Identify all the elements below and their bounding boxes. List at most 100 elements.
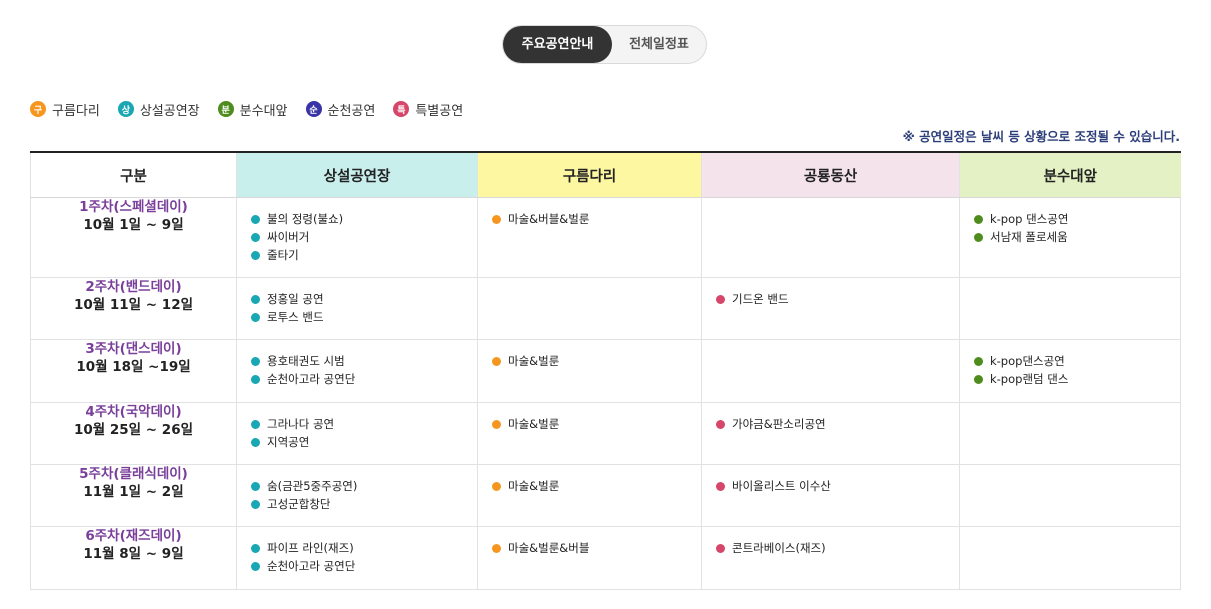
event-item: 콘트라베이스(재즈) — [716, 539, 959, 557]
event-list — [478, 278, 701, 290]
event-item: 싸이버거 — [251, 228, 477, 246]
header-category: 구분 — [30, 152, 237, 198]
header-fountain: 분수대앞 — [959, 152, 1181, 198]
event-list — [702, 198, 959, 210]
tab-main-performances[interactable]: 주요공연안내 — [503, 26, 612, 63]
event-cell: k-pop 댄스공연서남재 폴로세움 — [959, 197, 1181, 278]
bullet-dot-icon — [251, 312, 260, 322]
bullet-dot-icon — [251, 481, 260, 491]
week-name: 4주차(국악데이) — [85, 404, 182, 420]
event-cell: 정홍일 공연 로투스 밴드 — [236, 277, 478, 340]
event-title: 고성군합창단 — [267, 497, 331, 511]
week-name: 5주차(클래식데이) — [79, 466, 188, 482]
event-list — [960, 527, 1180, 539]
legend-item-permanent-stage: 상 상설공연장 — [117, 100, 200, 119]
event-title: 정홍일 공연 — [267, 292, 324, 306]
event-list: 마술&벌룬 — [478, 403, 701, 433]
event-list — [960, 465, 1180, 477]
header-cloud-bridge: 구름다리 — [477, 152, 702, 198]
event-title: 마술&벌룬&버블 — [508, 541, 590, 555]
legend-label: 구름다리 — [52, 103, 100, 119]
event-item: k-pop 댄스공연 — [974, 210, 1180, 228]
event-item: k-pop댄스공연 — [974, 352, 1180, 370]
event-item: 지역공연 — [251, 433, 477, 451]
tab-full-schedule[interactable]: 전체일정표 — [612, 26, 706, 63]
week-date: 10월 18일 ~19일 — [76, 359, 191, 375]
event-title: 마술&벌룬 — [508, 417, 560, 431]
event-title: 마술&버블&벌룬 — [508, 212, 590, 226]
event-title: 마술&벌룬 — [508, 479, 560, 493]
bullet-dot-icon — [251, 232, 260, 242]
event-item: 마술&벌룬&버블 — [492, 539, 701, 557]
event-title: 불의 정령(불쇼) — [267, 212, 344, 226]
table-row: 6주차(재즈데이) 11월 8일 ~ 9일 파이프 라인(재즈) 순천아고라 공연단 마… — [30, 526, 1181, 590]
event-item: 기드온 밴드 — [716, 290, 959, 308]
week-name: 2주차(밴드데이) — [85, 279, 182, 295]
bullet-dot-icon — [492, 481, 501, 491]
event-list: 불의 정령(불쇼) 싸이버거줄타기 — [237, 198, 477, 264]
legend-label: 특별공연 — [415, 103, 464, 119]
event-item: 용호태권도 시범 — [251, 352, 477, 370]
bullet-dot-icon — [251, 356, 260, 366]
event-item: 순천아고라 공연단 — [251, 557, 477, 575]
event-title: 순천아고라 공연단 — [267, 372, 356, 386]
bullet-dot-icon — [251, 250, 260, 260]
event-title: 바이올리스트 이수산 — [732, 479, 831, 493]
week-cell: 6주차(재즈데이) 11월 8일 ~ 9일 — [30, 526, 237, 590]
event-cell — [959, 402, 1181, 465]
legend-item-suncheon: 순 순천공연 — [305, 100, 375, 119]
event-title: 줄타기 — [267, 248, 299, 262]
bullet-dot-icon — [492, 543, 501, 553]
event-title: 용호태권도 시범 — [267, 354, 345, 368]
event-item: 순천아고라 공연단 — [251, 370, 477, 388]
event-item: 가야금&판소리공연 — [716, 415, 959, 433]
bullet-dot-icon — [974, 374, 983, 384]
bullet-dot-icon — [974, 356, 983, 366]
legend-item-special: 특 특별공연 — [393, 100, 463, 119]
event-title: 서남재 폴로세움 — [990, 230, 1068, 244]
bullet-dot-icon — [251, 499, 260, 509]
event-item: 바이올리스트 이수산 — [716, 477, 959, 495]
legend-item-cloud-bridge: 구 구름다리 — [30, 100, 100, 119]
event-cell: 마술&벌룬 — [477, 339, 702, 403]
venue-legend: 구 구름다리 상 상설공연장 분 분수대앞 순 순천공연 특 특별공연 — [30, 99, 481, 119]
event-list: 마술&버블&벌룬 — [478, 198, 701, 228]
week-name: 6주차(재즈데이) — [85, 528, 182, 544]
week-date: 11월 1일 ~ 2일 — [83, 484, 184, 500]
event-cell: 마술&벌룬 — [477, 402, 702, 465]
legend-badge-icon: 순 — [305, 101, 322, 117]
event-list — [702, 340, 959, 352]
event-item: 정홍일 공연 — [251, 290, 477, 308]
event-title: 콘트라베이스(재즈) — [732, 541, 826, 555]
bullet-dot-icon — [974, 232, 983, 242]
bullet-dot-icon — [251, 419, 260, 429]
event-cell: 용호태권도 시범순천아고라 공연단 — [236, 339, 478, 403]
bullet-dot-icon — [251, 214, 260, 224]
event-title: k-pop댄스공연 — [990, 354, 1065, 368]
event-cell — [477, 277, 702, 340]
event-list: 숨(금관5중주공연) 고성군합창단 — [237, 465, 477, 513]
week-cell: 2주차(밴드데이) 10월 11일 ~ 12일 — [30, 277, 237, 340]
event-item: 마술&벌룬 — [492, 477, 701, 495]
bullet-dot-icon — [716, 294, 725, 304]
bullet-dot-icon — [492, 419, 501, 429]
legend-label: 분수대앞 — [239, 103, 288, 119]
view-tabs: 주요공연안내 전체일정표 — [502, 25, 707, 64]
event-cell — [701, 197, 960, 278]
bullet-dot-icon — [716, 419, 725, 429]
table-row: 5주차(클래식데이) 11월 1일 ~ 2일 숨(금관5중주공연) 고성군합창단 마술&… — [30, 464, 1181, 527]
bullet-dot-icon — [974, 214, 983, 224]
table-row: 3주차(댄스데이) 10월 18일 ~19일 용호태권도 시범 순천아고라 공연단 마술… — [30, 339, 1181, 403]
legend-badge-icon: 상 — [117, 101, 134, 117]
event-item: 마술&벌룬 — [492, 415, 701, 433]
week-cell: 5주차(클래식데이) 11월 1일 ~ 2일 — [30, 464, 237, 527]
event-list: 마술&벌룬&버블 — [478, 527, 701, 557]
week-cell: 1주차(스페셜데이) 10월 1일 ~ 9일 — [30, 197, 237, 278]
week-cell: 4주차(국악데이) 10월 25일 ~ 26일 — [30, 402, 237, 465]
table-row: 1주차(스페셜데이) 10월 1일 ~ 9일 불의 정령(불쇼) 싸이버거줄타기 마술&… — [30, 197, 1181, 278]
bullet-dot-icon — [251, 561, 260, 571]
legend-badge-icon: 특 — [393, 101, 410, 117]
event-title: 숨(금관5중주공연) — [267, 479, 358, 493]
table-body: 1주차(스페셜데이) 10월 1일 ~ 9일 불의 정령(불쇼) 싸이버거 줄타기 마술&… — [30, 197, 1181, 590]
event-cell — [959, 464, 1181, 527]
